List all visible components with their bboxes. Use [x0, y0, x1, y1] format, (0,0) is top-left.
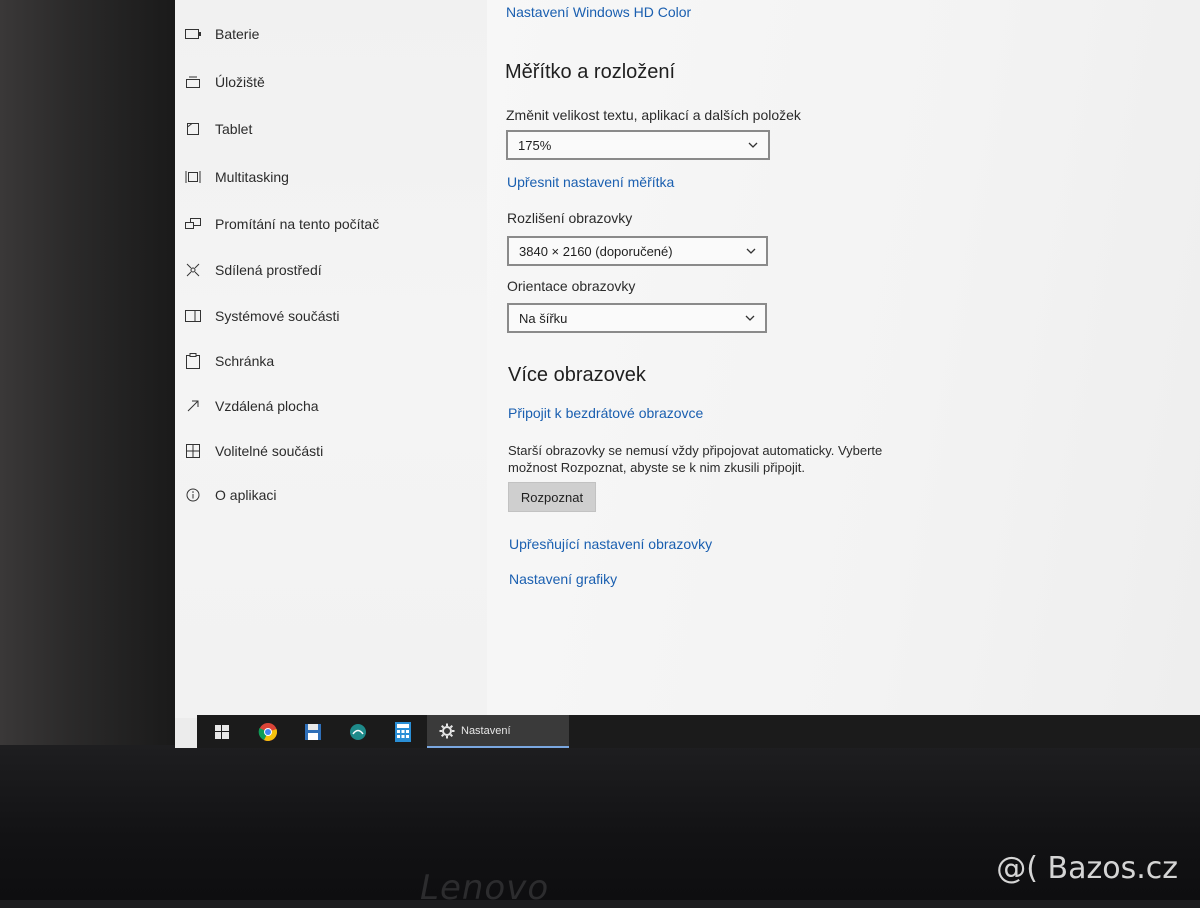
sidebar-item-shared-experiences[interactable]: Sdílená prostředí [175, 252, 487, 288]
scale-label: Změnit velikost textu, aplikací a dalšíc… [506, 107, 801, 123]
taskbar-settings-window[interactable]: Nastavení [427, 715, 569, 748]
scale-value: 175% [518, 137, 552, 153]
system-components-icon [185, 308, 201, 324]
sidebar-item-about[interactable]: O aplikaci [175, 477, 487, 513]
multiple-displays-heading: Více obrazovek [508, 364, 646, 386]
orientation-dropdown[interactable]: Na šířku [507, 303, 767, 333]
taskbar-window-label: Nastavení [461, 724, 511, 737]
multitasking-icon [185, 169, 201, 185]
resolution-dropdown[interactable]: 3840 × 2160 (doporučené) [507, 236, 768, 266]
bezel-left-edge [0, 0, 175, 760]
tablet-icon [185, 121, 201, 137]
sidebar-item-label: Baterie [215, 26, 260, 42]
taskbar: Nastavení [197, 715, 1200, 748]
floppy-save-icon[interactable] [302, 721, 324, 743]
optional-features-icon [185, 443, 201, 459]
gear-icon [439, 723, 455, 738]
chrome-icon[interactable] [257, 721, 279, 743]
windows-start-icon[interactable] [211, 721, 233, 743]
chevron-down-icon [748, 142, 758, 148]
graphics-settings-link[interactable]: Nastavení grafiky [509, 571, 617, 587]
battery-icon [185, 26, 201, 42]
storage-icon [185, 74, 201, 90]
remote-desktop-icon [185, 398, 201, 414]
sidebar-item-clipboard[interactable]: Schránka [175, 343, 487, 379]
sidebar-item-label: Vzdálená plocha [215, 398, 319, 414]
sidebar-item-label: Schránka [215, 353, 275, 369]
sidebar-item-storage[interactable]: Úložiště [175, 64, 487, 100]
sidebar-item-label: Sdílená prostředí [215, 262, 322, 278]
app-icon[interactable] [347, 721, 369, 743]
sidebar-item-multitasking[interactable]: Multitasking [175, 159, 487, 195]
scale-dropdown[interactable]: 175% [506, 130, 770, 160]
display-settings-content: Nastavení Windows HD Color Měřítko a roz… [487, 0, 1200, 718]
sidebar-item-label: Volitelné součásti [215, 443, 324, 459]
detect-description: Starší obrazovky se nemusí vždy připojov… [508, 443, 883, 475]
screen: Baterie Úložiště Tablet Multitasking Pro… [175, 0, 1200, 748]
advanced-display-link[interactable]: Upřesňující nastavení obrazovky [509, 536, 712, 552]
orientation-value: Na šířku [519, 310, 568, 326]
settings-sidebar: Baterie Úložiště Tablet Multitasking Pro… [175, 0, 487, 718]
sidebar-item-battery[interactable]: Baterie [175, 16, 487, 52]
bazos-watermark: @( Bazos.cz [996, 851, 1178, 886]
sidebar-item-projecting[interactable]: Promítání na tento počítač [175, 206, 487, 242]
sidebar-item-remote-desktop[interactable]: Vzdálená plocha [175, 388, 487, 424]
calculator-icon[interactable] [392, 721, 414, 743]
sidebar-item-label: O aplikaci [215, 487, 277, 503]
shared-experiences-icon [185, 262, 201, 278]
sidebar-item-tablet[interactable]: Tablet [175, 111, 487, 147]
orientation-label: Orientace obrazovky [507, 278, 636, 294]
chevron-down-icon [745, 315, 755, 321]
clipboard-icon [185, 353, 201, 369]
info-icon [185, 487, 201, 503]
brand-logo: Lenovo [420, 868, 550, 908]
sidebar-item-label: Promítání na tento počítač [215, 216, 380, 232]
scale-layout-heading: Měřítko a rozložení [505, 61, 676, 83]
sidebar-item-optional-features[interactable]: Volitelné součásti [175, 433, 487, 469]
sidebar-item-label: Multitasking [215, 169, 289, 185]
sidebar-item-system-components[interactable]: Systémové součásti [175, 298, 487, 334]
hd-color-link[interactable]: Nastavení Windows HD Color [506, 4, 691, 20]
sidebar-item-label: Systémové součásti [215, 308, 340, 324]
advanced-scaling-link[interactable]: Upřesnit nastavení měřítka [507, 174, 674, 190]
resolution-label: Rozlišení obrazovky [507, 210, 633, 226]
sidebar-item-label: Tablet [215, 121, 253, 137]
projecting-icon [185, 216, 201, 232]
resolution-value: 3840 × 2160 (doporučené) [519, 243, 673, 259]
chevron-down-icon [746, 248, 756, 254]
wireless-display-link[interactable]: Připojit k bezdrátové obrazovce [508, 405, 703, 421]
sidebar-item-label: Úložiště [215, 74, 265, 90]
detect-button[interactable]: Rozpoznat [508, 482, 596, 512]
